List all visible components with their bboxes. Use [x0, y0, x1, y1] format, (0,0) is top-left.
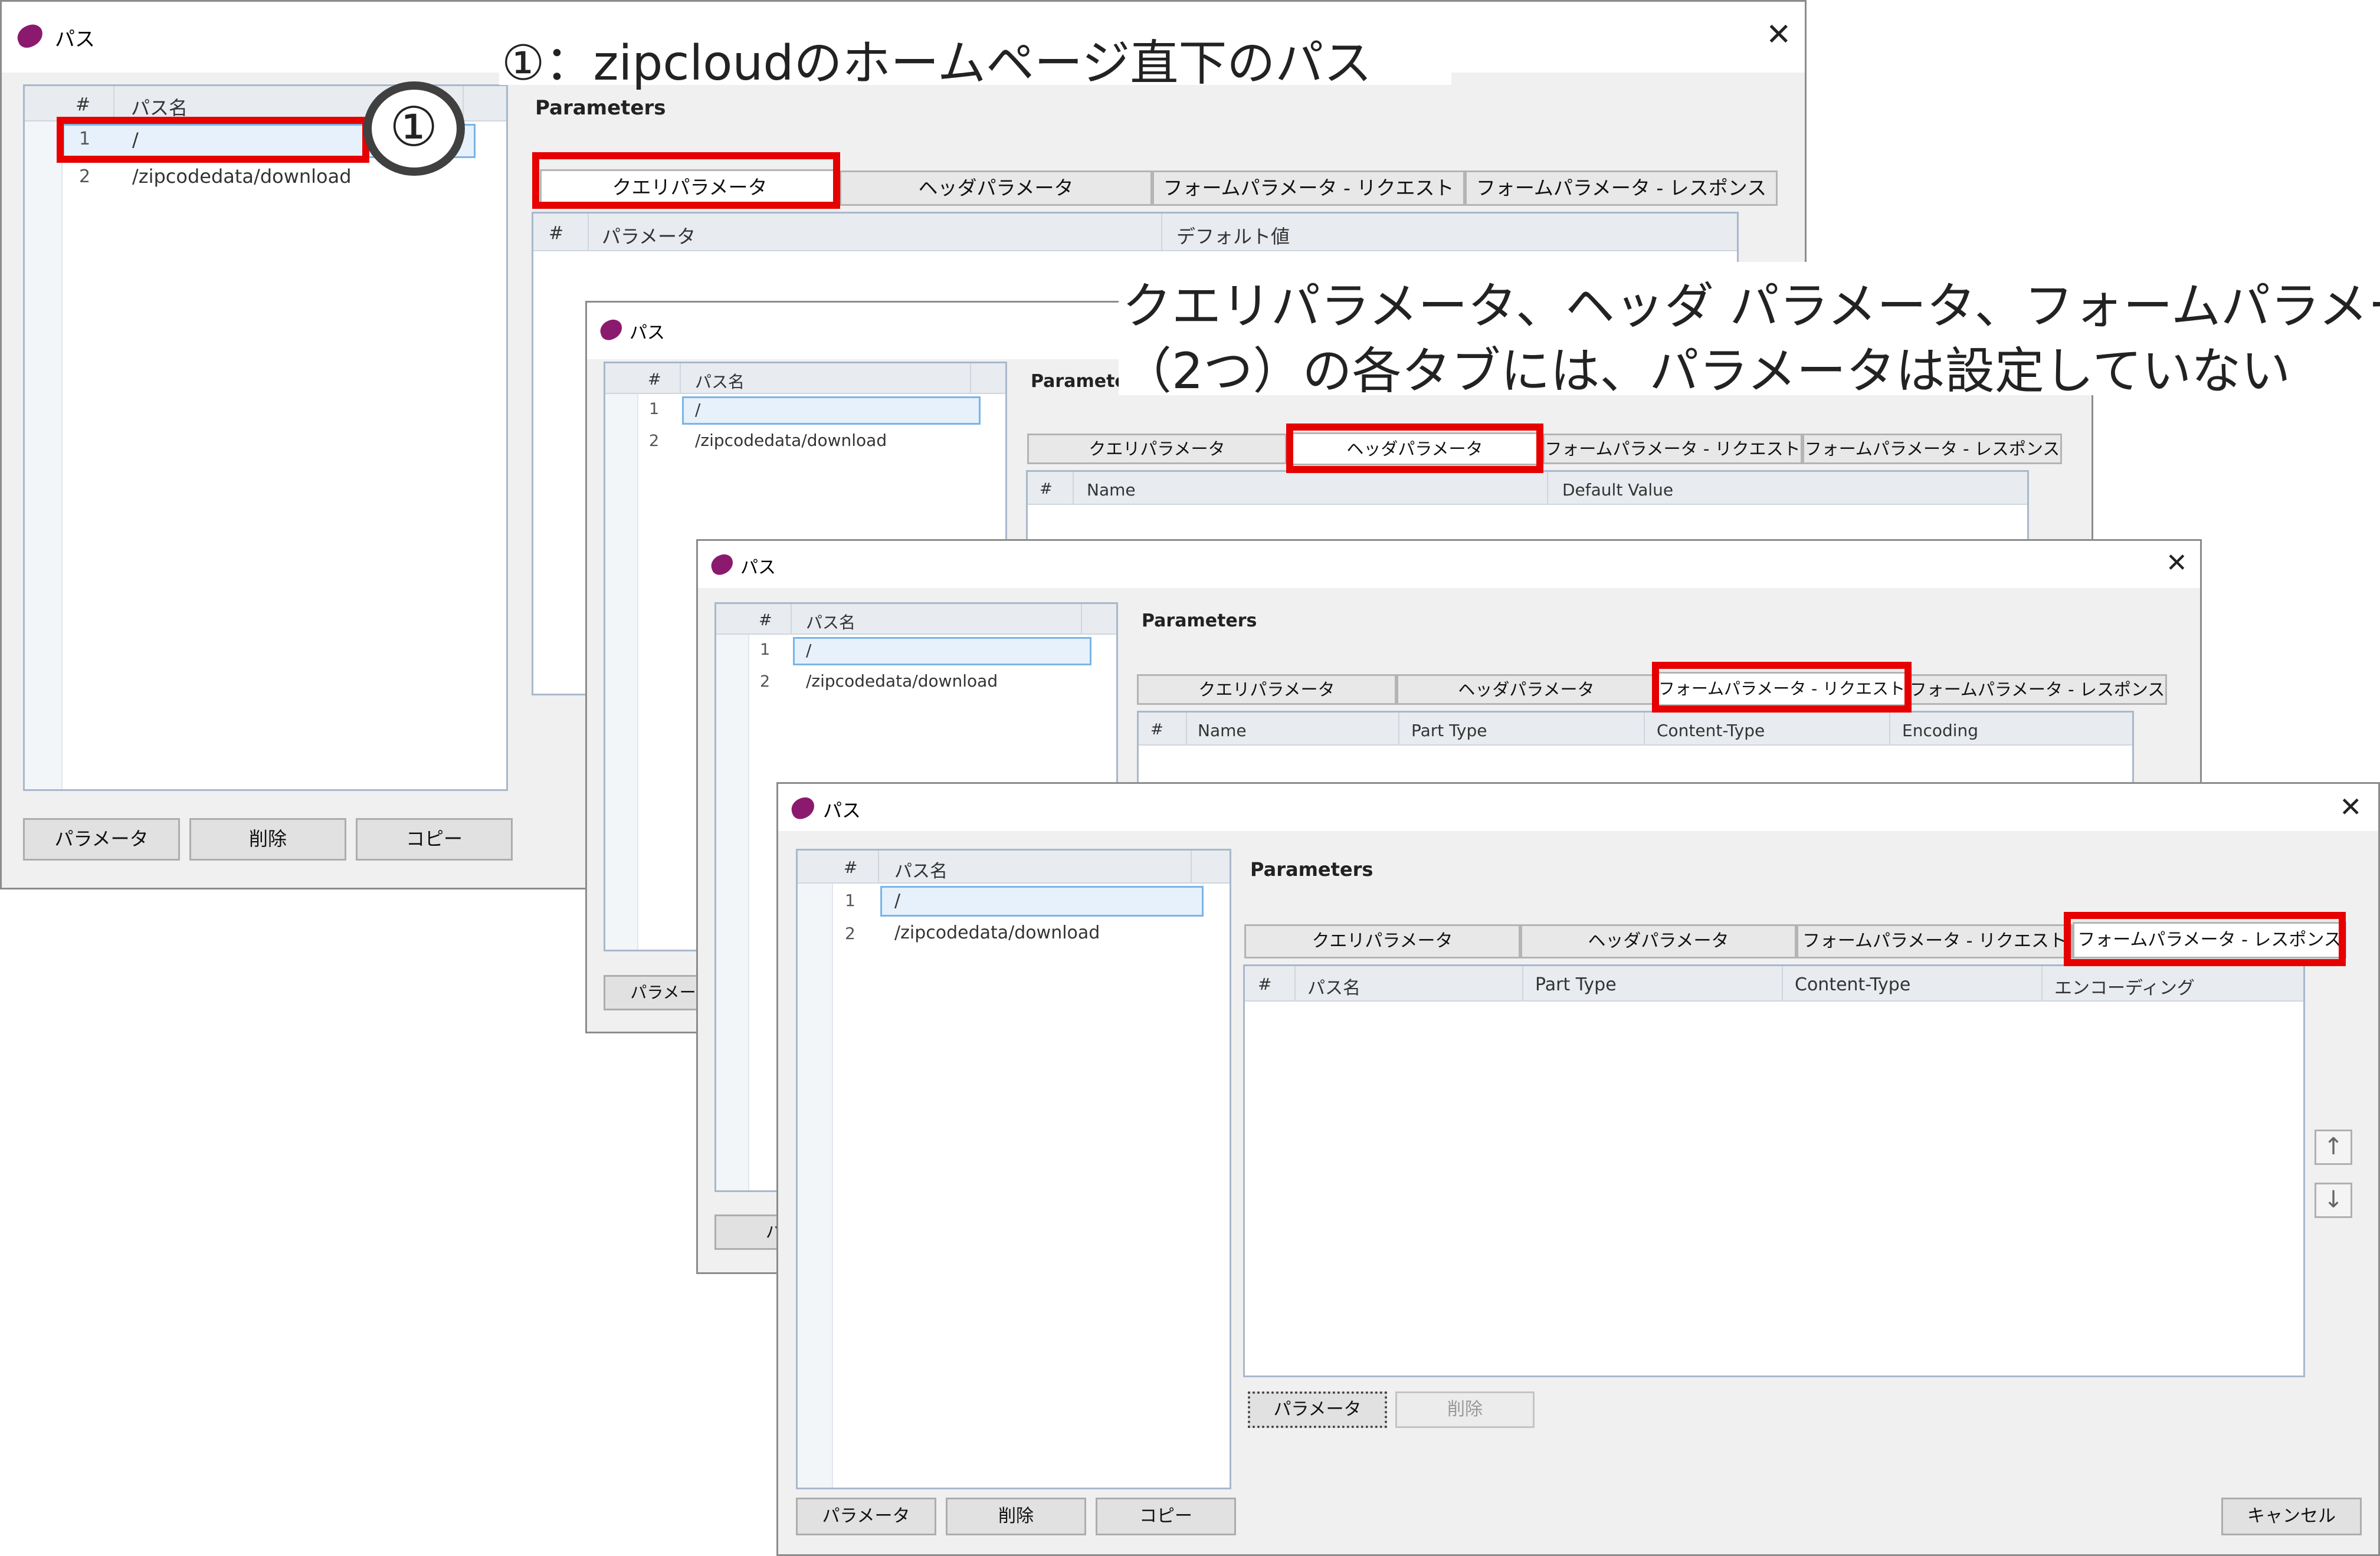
callout-circle: ① [363, 81, 465, 176]
tab-header-params[interactable]: ヘッダパラメータ [1396, 674, 1656, 705]
tab-form-response[interactable]: フォームパラメータ - レスポンス [1907, 674, 2167, 705]
col-content-type: Content-Type [1657, 721, 1765, 740]
col-default-value: Default Value [1562, 480, 1674, 500]
col-num: # [1150, 721, 1163, 738]
row-num: 2 [760, 672, 771, 691]
col-encoding: Encoding [1902, 721, 1979, 740]
col-path-name: パス名 [806, 613, 856, 632]
col-num: # [648, 370, 661, 389]
app-logo-icon [14, 21, 46, 51]
tab-form-response[interactable]: フォームパラメータ - レスポンス [1802, 434, 2062, 464]
col-path-name: パス名 [695, 372, 745, 392]
col-default-value: デフォルト値 [1176, 225, 1290, 248]
col-encoding: エンコーディング [2054, 978, 2195, 999]
tab-form-request[interactable]: フォームパラメータ - リクエスト [1152, 170, 1465, 206]
tab-form-request[interactable]: フォームパラメータ - リクエスト [1797, 924, 2073, 958]
annotation-tabs-line1: クエリパラメータ、ヘッダ パラメータ、フォームパラメータ [1122, 277, 2380, 335]
col-path-name: パス名 [1307, 978, 1361, 999]
annotation-tabs-line2: （2つ）の各タブには、パラメータは設定していない [1122, 342, 2291, 400]
path-name[interactable]: /zipcodedata/download [132, 165, 352, 188]
col-part-type: Part Type [1535, 974, 1617, 995]
app-logo-icon [708, 552, 736, 577]
path-list: # パス名 1 / 2 /zipcodedata/download [23, 84, 508, 791]
col-param: パラメータ [602, 225, 696, 248]
dialog-title: パス [630, 323, 665, 343]
row-num: 2 [845, 924, 855, 943]
row-num: 1 [649, 400, 660, 418]
annotation-box-1: ①：zipcloudのホームページ直下のパス [499, 20, 1451, 91]
col-part-type: Part Type [1411, 721, 1487, 740]
copy-button[interactable]: コピー [1096, 1498, 1236, 1535]
highlight-form-request-tab [1652, 662, 1912, 713]
parameters-label: Parameters [535, 96, 666, 120]
path-list: # パス名 1 / 2 /zipcodedata/download [796, 849, 1231, 1489]
title-bar: パス ✕ [778, 784, 2378, 831]
path-name[interactable]: / [695, 400, 700, 419]
annotation-box-2: クエリパラメータ、ヘッダ パラメータ、フォームパラメータ （2つ）の各タブには、… [1119, 262, 2380, 400]
tab-query-params[interactable]: クエリパラメータ [1027, 434, 1287, 464]
col-content-type: Content-Type [1795, 974, 1911, 995]
arrow-up-icon[interactable]: ↑ [2315, 1130, 2352, 1165]
annotation-root-path: ①：zipcloudのホームページ直下のパス [501, 35, 1372, 91]
highlight-root-path [57, 117, 369, 163]
col-name: Name [1087, 480, 1136, 500]
parameters-label: Parameters [1142, 610, 1257, 631]
tab-header-params[interactable]: ヘッダパラメータ [840, 170, 1152, 206]
path-name[interactable]: / [894, 891, 900, 911]
highlight-header-tab [1286, 424, 1543, 473]
inner-delete-button[interactable]: 削除 [1395, 1391, 1535, 1428]
row-num: 1 [845, 891, 855, 910]
arrow-down-icon[interactable]: ↓ [2315, 1183, 2352, 1218]
close-icon[interactable]: ✕ [2166, 550, 2188, 576]
path-name[interactable]: / [806, 641, 811, 660]
dialog-title: パス [55, 28, 95, 51]
callout-number: ① [389, 96, 438, 159]
copy-button[interactable]: コピー [356, 818, 513, 861]
col-num: # [1040, 480, 1053, 498]
table-row-selected[interactable] [682, 396, 981, 425]
col-num: # [759, 611, 772, 629]
dialog-title: パス [740, 557, 776, 578]
col-name: Name [1198, 721, 1247, 740]
dialog-title: パス [823, 799, 861, 822]
col-num: # [844, 858, 858, 877]
path-dialog-4: パス ✕ # パス名 1 / 2 /zipcodedata/download P… [776, 782, 2380, 1556]
path-name[interactable]: /zipcodedata/download [695, 431, 887, 450]
col-path-name: パス名 [894, 861, 948, 882]
inner-parameter-button[interactable]: パラメータ [1248, 1391, 1387, 1428]
table-row-selected[interactable] [880, 886, 1204, 917]
tab-query-params[interactable]: クエリパラメータ [1137, 674, 1396, 705]
col-num: # [1258, 974, 1272, 994]
close-icon[interactable]: ✕ [2339, 793, 2362, 820]
parameter-button[interactable]: パラメータ [796, 1498, 936, 1535]
row-num: 2 [649, 432, 660, 450]
cancel-button[interactable]: キャンセル [2221, 1498, 2362, 1535]
app-logo-icon [788, 795, 818, 822]
highlight-query-tab [532, 152, 840, 209]
row-num: 1 [760, 641, 771, 659]
tab-form-request[interactable]: フォームパラメータ - リクエスト [1543, 434, 1802, 464]
parameters-label: Parameters [1250, 858, 1373, 881]
row-num: 2 [79, 166, 91, 187]
app-logo-icon [597, 317, 625, 343]
tab-header-params[interactable]: ヘッダパラメータ [1520, 924, 1797, 958]
col-num: # [549, 223, 564, 244]
tab-form-response[interactable]: フォームパラメータ - レスポンス [1465, 170, 1778, 206]
param-table: # パス名 Part Type Content-Type エンコーディング [1243, 964, 2305, 1377]
parameter-button[interactable]: パラメータ [23, 818, 180, 861]
title-bar: パス ✕ [698, 541, 2200, 588]
col-num: # [76, 94, 91, 115]
path-name[interactable]: /zipcodedata/download [894, 923, 1100, 943]
highlight-form-response-tab [2064, 912, 2346, 966]
close-icon[interactable]: ✕ [1766, 19, 1792, 50]
tab-query-params[interactable]: クエリパラメータ [1244, 924, 1520, 958]
delete-button[interactable]: 削除 [189, 818, 346, 861]
delete-button[interactable]: 削除 [946, 1498, 1086, 1535]
path-name[interactable]: /zipcodedata/download [806, 671, 998, 691]
table-row-selected[interactable] [793, 637, 1091, 665]
